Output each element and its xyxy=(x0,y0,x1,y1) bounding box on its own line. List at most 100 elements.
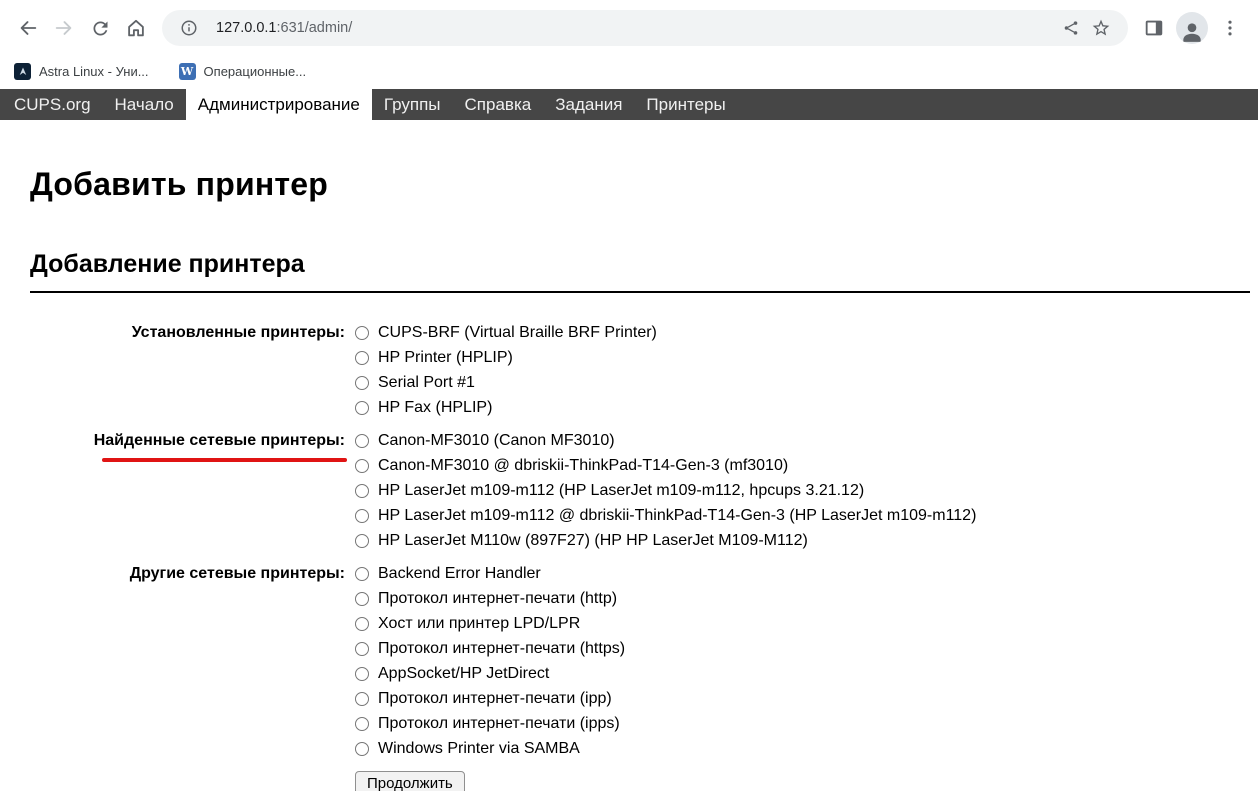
reload-button[interactable] xyxy=(82,10,118,46)
printer-option-row: HP LaserJet m109-m112 @ dbriskii-ThinkPa… xyxy=(353,503,1250,528)
printer-option-label: CUPS-BRF (Virtual Braille BRF Printer) xyxy=(378,324,657,342)
printer-option-row: AppSocket/HP JetDirect xyxy=(353,661,1250,686)
nav-item[interactable]: Задания xyxy=(543,89,634,120)
printer-radio[interactable] xyxy=(355,692,369,706)
red-annotation-underline xyxy=(102,458,347,462)
avatar-icon xyxy=(1179,18,1205,44)
printer-option-label: Canon-MF3010 @ dbriskii-ThinkPad-T14-Gen… xyxy=(378,457,788,475)
printer-option-row: Backend Error Handler xyxy=(353,561,1250,586)
form-group-label: Найденные сетевые принтеры: xyxy=(10,428,345,553)
printer-radio[interactable] xyxy=(355,534,369,548)
url-text: 127.0.0.1:631/admin/ xyxy=(216,20,1056,36)
share-icon xyxy=(1062,19,1080,37)
printer-option-label: Canon-MF3010 (Canon MF3010) xyxy=(378,432,615,450)
share-button[interactable] xyxy=(1056,13,1086,43)
site-info-button[interactable] xyxy=(174,13,204,43)
printer-option-label: HP LaserJet m109-m112 (HP LaserJet m109-… xyxy=(378,482,864,500)
printer-option-label: Serial Port #1 xyxy=(378,374,475,392)
nav-item-label: Задания xyxy=(555,95,622,115)
section-title: Добавление принтера xyxy=(30,250,1250,293)
printer-option-label: HP LaserJet m109-m112 @ dbriskii-ThinkPa… xyxy=(378,507,976,525)
printer-option-row: HP Fax (HPLIP) xyxy=(353,395,1250,420)
bookmark-astra-linux[interactable]: Astra Linux - Уни... xyxy=(14,63,149,80)
printer-radio[interactable] xyxy=(355,484,369,498)
printer-radio[interactable] xyxy=(355,401,369,415)
printer-option-row: Serial Port #1 xyxy=(353,370,1250,395)
forward-button[interactable] xyxy=(46,10,82,46)
menu-icon xyxy=(1220,18,1240,38)
printer-option-label: HP Printer (HPLIP) xyxy=(378,349,513,367)
bookmark-wikipedia[interactable]: W Операционные... xyxy=(179,63,307,80)
nav-item[interactable]: Начало xyxy=(103,89,186,120)
printer-radio[interactable] xyxy=(355,717,369,731)
info-icon xyxy=(180,19,198,37)
printer-option-label: Протокол интернет-печати (http) xyxy=(378,590,617,608)
printer-option-label: AppSocket/HP JetDirect xyxy=(378,665,549,683)
printer-radio[interactable] xyxy=(355,667,369,681)
reload-icon xyxy=(90,18,111,39)
printer-radio[interactable] xyxy=(355,376,369,390)
printer-option-row: Хост или принтер LPD/LPR xyxy=(353,611,1250,636)
nav-item-label: Справка xyxy=(465,95,532,115)
nav-item[interactable]: Администрирование xyxy=(186,89,372,120)
printer-radio[interactable] xyxy=(355,567,369,581)
printer-option-row: Windows Printer via SAMBA xyxy=(353,736,1250,761)
nav-item[interactable]: Группы xyxy=(372,89,453,120)
address-bar[interactable]: 127.0.0.1:631/admin/ xyxy=(162,10,1128,46)
continue-button[interactable]: Продолжить xyxy=(355,771,465,791)
form-group-options: Canon-MF3010 (Canon MF3010) Canon-MF3010… xyxy=(345,428,1250,553)
printer-radio[interactable] xyxy=(355,434,369,448)
form-group-label: Установленные принтеры: xyxy=(10,320,345,420)
printer-radio[interactable] xyxy=(355,742,369,756)
home-button[interactable] xyxy=(118,10,154,46)
nav-item-label: Принтеры xyxy=(646,95,725,115)
browser-toolbar: 127.0.0.1:631/admin/ xyxy=(0,0,1258,56)
form-group: Другие сетевые принтеры: Backend Error H… xyxy=(10,561,1250,761)
printer-option-row: Протокол интернет-печати (ipp) xyxy=(353,686,1250,711)
cups-navbar: CUPS.org Начало Администрирование Группы… xyxy=(0,89,1258,120)
side-panel-button[interactable] xyxy=(1136,10,1172,46)
nav-item-label: Администрирование xyxy=(198,95,360,115)
printer-option-row: CUPS-BRF (Virtual Braille BRF Printer) xyxy=(353,320,1250,345)
cups-page-content: Добавить принтер Добавление принтера Уст… xyxy=(0,166,1258,791)
form-group-options: CUPS-BRF (Virtual Braille BRF Printer) H… xyxy=(345,320,1250,420)
home-icon xyxy=(125,17,147,39)
printer-option-row: Canon-MF3010 (Canon MF3010) xyxy=(353,428,1250,453)
back-button[interactable] xyxy=(10,10,46,46)
printer-option-row: Протокол интернет-печати (https) xyxy=(353,636,1250,661)
form-group-options: Backend Error Handler Протокол интернет-… xyxy=(345,561,1250,761)
printer-option-row: HP Printer (HPLIP) xyxy=(353,345,1250,370)
form-group: Установленные принтеры: CUPS-BRF (Virtua… xyxy=(10,320,1250,420)
nav-item[interactable]: CUPS.org xyxy=(2,89,103,120)
forward-icon xyxy=(53,17,75,39)
bookmarks-bar: Astra Linux - Уни... W Операционные... xyxy=(0,56,1258,87)
printer-radio[interactable] xyxy=(355,509,369,523)
nav-item-label: Начало xyxy=(115,95,174,115)
printer-radio[interactable] xyxy=(355,617,369,631)
form-group: Найденные сетевые принтеры: Canon-MF3010… xyxy=(10,428,1250,553)
profile-avatar[interactable] xyxy=(1176,12,1208,44)
printer-option-label: HP LaserJet M110w (897F27) (HP HP LaserJ… xyxy=(378,532,808,550)
side-panel-icon xyxy=(1143,17,1165,39)
bookmark-label: Операционные... xyxy=(204,64,307,79)
printer-option-label: HP Fax (HPLIP) xyxy=(378,399,492,417)
astra-favicon xyxy=(14,63,31,80)
printer-radio[interactable] xyxy=(355,592,369,606)
back-icon xyxy=(17,17,39,39)
bookmark-label: Astra Linux - Уни... xyxy=(39,64,149,79)
printer-option-row: HP LaserJet m109-m112 (HP LaserJet m109-… xyxy=(353,478,1250,503)
printer-radio[interactable] xyxy=(355,642,369,656)
nav-item-label: CUPS.org xyxy=(14,95,91,115)
printer-radio[interactable] xyxy=(355,351,369,365)
printer-option-label: Протокол интернет-печати (ipps) xyxy=(378,715,620,733)
printer-option-label: Хост или принтер LPD/LPR xyxy=(378,615,580,633)
nav-item[interactable]: Справка xyxy=(453,89,544,120)
browser-menu-button[interactable] xyxy=(1212,10,1248,46)
bookmark-star-button[interactable] xyxy=(1086,13,1116,43)
printer-option-label: Протокол интернет-печати (https) xyxy=(378,640,625,658)
nav-item[interactable]: Принтеры xyxy=(634,89,737,120)
printer-option-row: Протокол интернет-печати (ipps) xyxy=(353,711,1250,736)
url-path: :631/admin/ xyxy=(276,20,352,36)
printer-radio[interactable] xyxy=(355,326,369,340)
printer-radio[interactable] xyxy=(355,459,369,473)
